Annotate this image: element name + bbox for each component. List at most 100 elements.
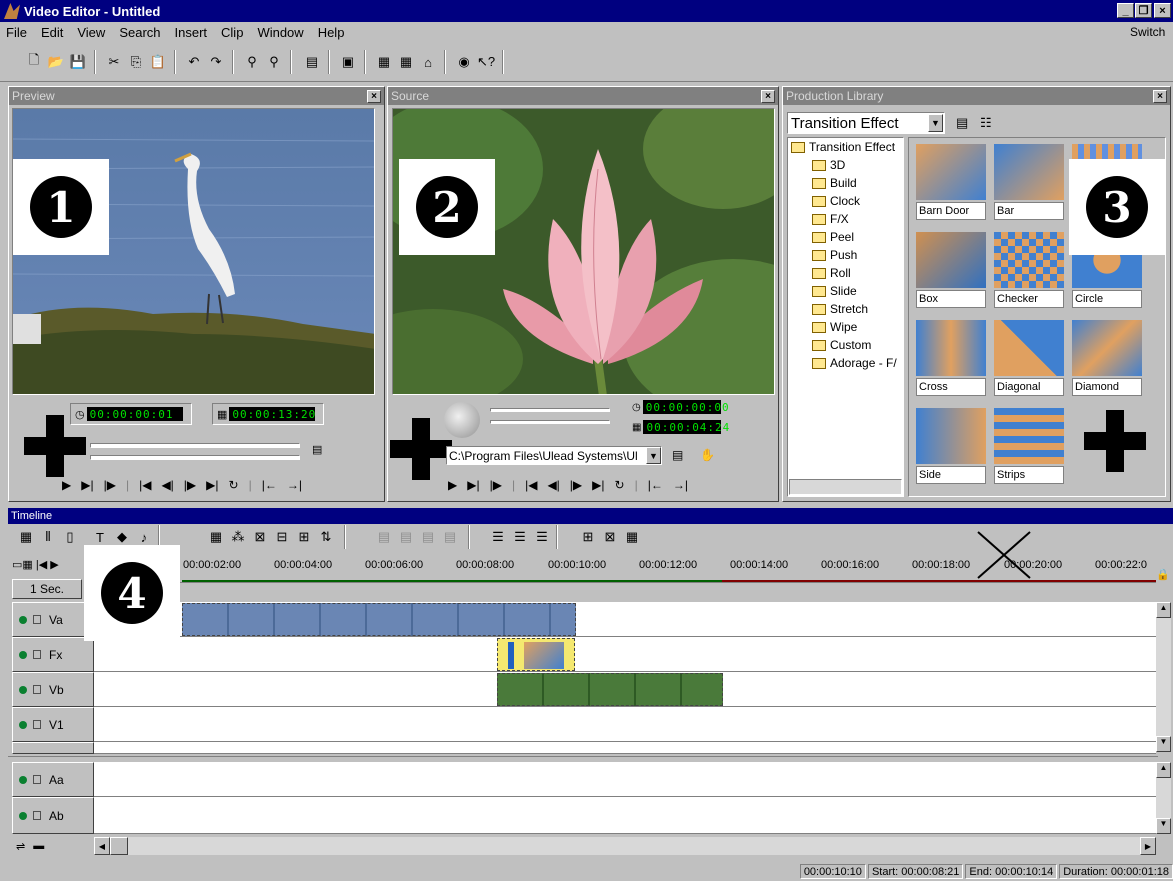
ripple-icon[interactable]: ⫴ xyxy=(38,527,58,547)
preview-window-icon[interactable]: ▦ xyxy=(374,52,394,72)
video-vertical-scrollbar[interactable]: ▲ ▼ xyxy=(1156,602,1171,752)
go-to-start-icon[interactable]: |◀ xyxy=(139,478,151,492)
paste-icon[interactable]: 📋 xyxy=(148,52,168,72)
copy-icon[interactable]: ⎘ xyxy=(126,52,146,72)
timeline-scale-button[interactable]: 1 Sec. xyxy=(12,579,82,599)
cut-icon[interactable]: ✂ xyxy=(104,52,124,72)
play-icon[interactable]: ▶ xyxy=(62,478,71,492)
preview-close-icon[interactable]: × xyxy=(367,89,381,103)
tree-item-clock[interactable]: Clock xyxy=(812,194,860,208)
visibility-icon[interactable] xyxy=(19,811,27,820)
preview-options-icon[interactable]: ▤ xyxy=(312,443,326,456)
track-aa[interactable] xyxy=(94,762,1156,797)
tree-item-fx[interactable]: F/X xyxy=(812,212,849,226)
thumb-barn-door[interactable] xyxy=(916,144,986,200)
align-right-icon[interactable]: ☰ xyxy=(532,527,552,547)
maximize-button[interactable]: ❐ xyxy=(1135,3,1152,18)
align-center-icon[interactable]: ☰ xyxy=(510,527,530,547)
previous-frame-icon[interactable]: ◀| xyxy=(547,478,559,492)
visibility-icon[interactable] xyxy=(19,615,27,624)
title-text-icon[interactable]: T xyxy=(90,527,110,547)
source-timecode-1[interactable]: ◷ 00:00:00:00 xyxy=(628,398,729,416)
chevron-down-icon[interactable]: ▼ xyxy=(928,114,943,132)
source-scrub-bar[interactable] xyxy=(490,408,610,412)
track-head-aa[interactable]: Aa xyxy=(12,762,94,797)
tree-item-adorage[interactable]: Adorage - F/ xyxy=(812,356,897,370)
menu-help[interactable]: Help xyxy=(318,25,345,40)
visibility-icon[interactable] xyxy=(19,685,27,694)
track-ab[interactable] xyxy=(94,797,1156,834)
tree-item-slide[interactable]: Slide xyxy=(812,284,857,298)
track-head-vb[interactable]: Vb xyxy=(12,672,94,707)
switch-link[interactable]: Switch xyxy=(1130,25,1165,39)
video-audio-divider[interactable] xyxy=(8,756,1158,760)
scroll-thumb[interactable] xyxy=(110,837,128,855)
mark-out-icon[interactable]: →| xyxy=(673,478,688,492)
scroll-down-icon[interactable]: ▼ xyxy=(1156,736,1171,752)
mark-in-icon[interactable]: |← xyxy=(262,478,277,492)
go-to-end-icon[interactable]: ▶| xyxy=(206,478,218,492)
save-icon[interactable]: 💾 xyxy=(68,52,88,72)
scroll-left-icon[interactable]: ◀ xyxy=(94,837,110,855)
track-fx[interactable] xyxy=(94,637,1156,672)
thumb-side[interactable] xyxy=(916,408,986,464)
undo-icon[interactable]: ↶ xyxy=(184,52,204,72)
context-help-icon[interactable]: ↖? xyxy=(476,52,496,72)
visibility-icon[interactable] xyxy=(19,720,27,729)
lock-icon[interactable] xyxy=(33,775,41,784)
track-v1[interactable] xyxy=(94,707,1156,742)
tree-item-3d[interactable]: 3D xyxy=(812,158,845,172)
next-frame-icon[interactable]: |▶ xyxy=(184,478,196,492)
new-file-icon[interactable]: 🗋 xyxy=(24,52,44,72)
audio-vertical-scrollbar[interactable]: ▲ ▼ xyxy=(1156,762,1171,834)
menu-insert[interactable]: Insert xyxy=(175,25,208,40)
project-settings-icon[interactable]: ▤ xyxy=(302,52,322,72)
track-head-v1[interactable]: V1 xyxy=(12,707,94,742)
audio-icon[interactable]: ♪ xyxy=(134,527,154,547)
library-category-select[interactable]: Transition Effect xyxy=(787,112,945,134)
library-icon[interactable]: ⌂ xyxy=(418,52,438,72)
menu-edit[interactable]: Edit xyxy=(41,25,63,40)
thumb-checker[interactable] xyxy=(994,232,1064,288)
lock-icon[interactable] xyxy=(33,615,41,624)
create-video-icon[interactable]: ▣ xyxy=(338,52,358,72)
clip-egret[interactable] xyxy=(182,603,576,636)
trim-icon[interactable]: ⊞ xyxy=(294,527,314,547)
play-to-mark-icon[interactable]: |▶ xyxy=(104,478,116,492)
mark-in-icon[interactable]: |← xyxy=(648,478,663,492)
storyboard-icon[interactable]: ▦ xyxy=(16,527,36,547)
details-view-icon[interactable]: ☷ xyxy=(980,115,992,131)
next-frame-icon[interactable]: |▶ xyxy=(570,478,582,492)
go-to-end-icon[interactable]: ▶| xyxy=(592,478,604,492)
ungroup-icon[interactable]: ⊠ xyxy=(600,527,620,547)
thumb-cross[interactable] xyxy=(916,320,986,376)
visibility-icon[interactable] xyxy=(19,775,27,784)
scroll-up-icon[interactable]: ▲ xyxy=(1156,602,1171,618)
scroll-right-icon[interactable]: ▶ xyxy=(1140,837,1156,855)
grid-icon[interactable]: ▦ xyxy=(622,527,642,547)
previous-frame-icon[interactable]: ◀| xyxy=(161,478,173,492)
play-from-mark-icon[interactable]: ▶| xyxy=(467,478,479,492)
lock-icon[interactable] xyxy=(33,685,41,694)
track-select-icon[interactable]: ⊠ xyxy=(250,527,270,547)
scroll-up-icon[interactable]: ▲ xyxy=(1156,762,1171,778)
source-path-select[interactable]: C:\Program Files\Ulead Systems\Ul xyxy=(446,446,662,465)
preview-scrub-bar[interactable] xyxy=(90,443,300,448)
track-manager-icon[interactable]: ▬ xyxy=(33,840,44,852)
lock-icon[interactable] xyxy=(33,811,41,820)
minimize-button[interactable]: _ xyxy=(1117,3,1134,18)
mark-out-icon[interactable]: →| xyxy=(287,478,302,492)
zoom-icon[interactable]: ⇅ xyxy=(316,527,336,547)
tree-item-push[interactable]: Push xyxy=(812,248,857,262)
tree-horizontal-scrollbar[interactable] xyxy=(789,479,902,495)
tree-item-stretch[interactable]: Stretch xyxy=(812,302,868,316)
tree-item-peel[interactable]: Peel xyxy=(812,230,854,244)
timeline-mode-icon[interactable]: ▭▦ |◀ ▶ xyxy=(12,559,59,571)
visibility-icon[interactable] xyxy=(19,650,27,659)
play-from-mark-icon[interactable]: ▶| xyxy=(81,478,93,492)
menu-view[interactable]: View xyxy=(77,25,105,40)
close-button[interactable]: × xyxy=(1154,3,1171,18)
source-options-icon[interactable]: ▤ xyxy=(672,448,683,462)
source-range-bar[interactable] xyxy=(490,420,610,424)
select-tool-icon[interactable]: ▦ xyxy=(206,527,226,547)
